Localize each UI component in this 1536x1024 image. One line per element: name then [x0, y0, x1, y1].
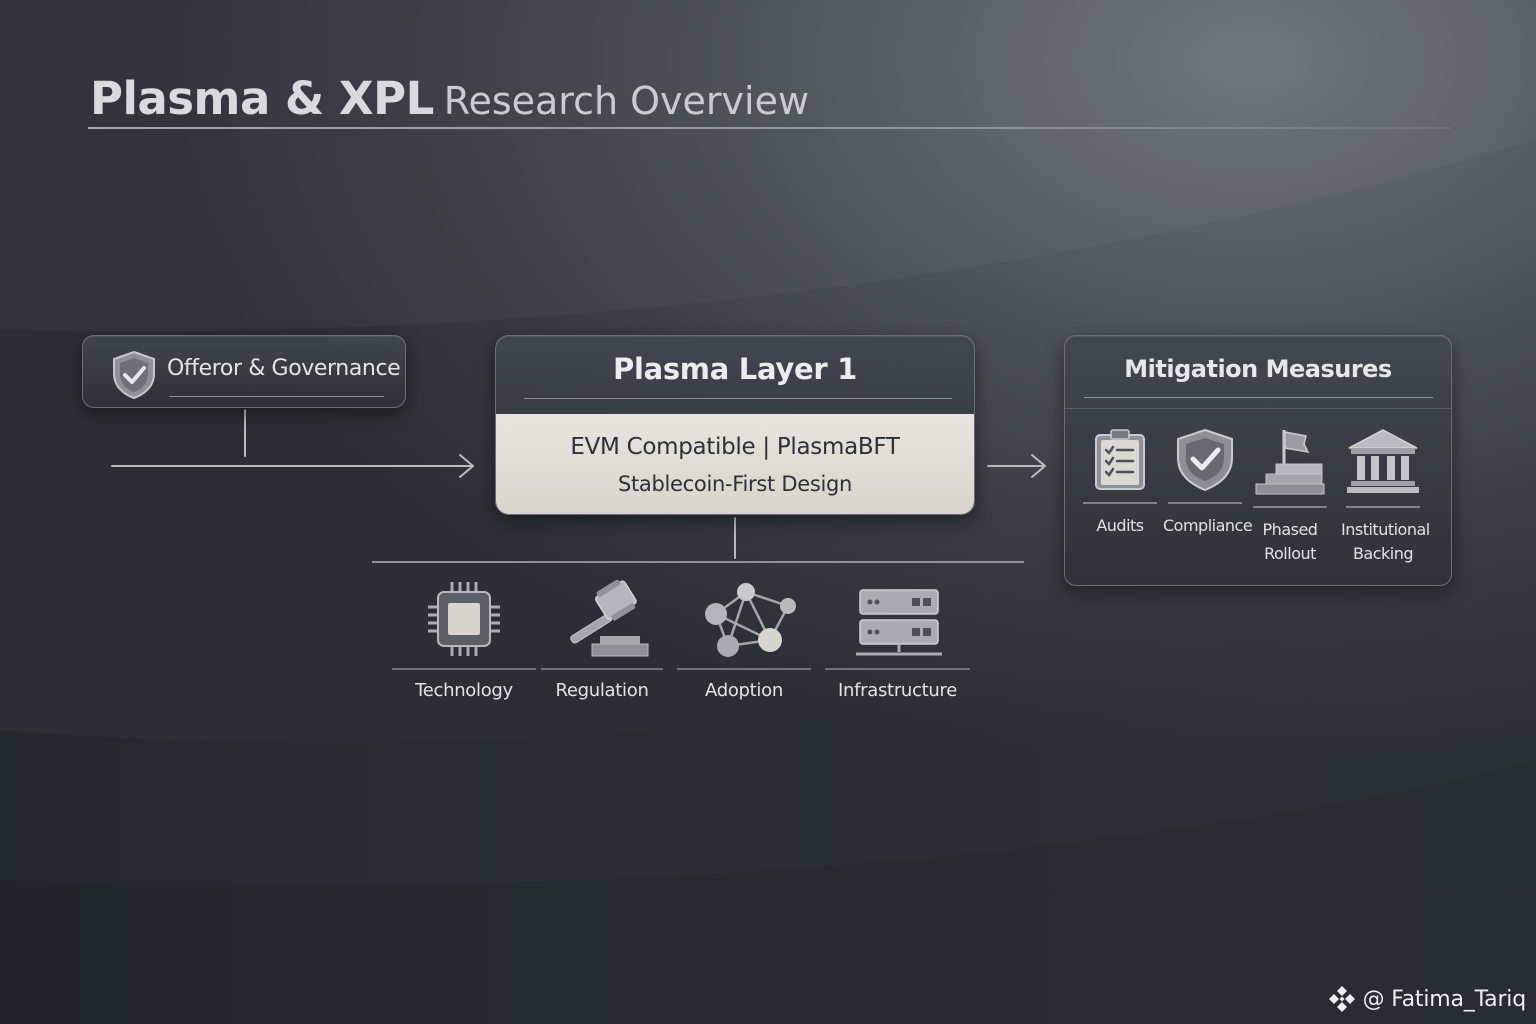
offeror-governance-box: Offeror & Governance: [82, 335, 406, 408]
mitigation-title: Mitigation Measures: [1124, 355, 1392, 383]
watermark-label: @ Fatima_Tariq: [1362, 986, 1527, 1012]
category-label: Infrastructure: [838, 680, 957, 701]
category-label: Regulation: [555, 680, 649, 701]
plasma-layer1-title: Plasma Layer 1: [612, 352, 857, 386]
mitigation-separator: [1065, 408, 1451, 409]
shield-check-icon: [113, 350, 155, 400]
category-regulation: Regulation: [541, 580, 663, 701]
mitigation-item-label: Compliance: [1163, 516, 1253, 535]
author-watermark: @ Fatima_Tariq: [1327, 984, 1526, 1014]
mitigation-item-phased-rollout: Phased Rollout: [1248, 428, 1332, 566]
category-bar: [541, 668, 663, 670]
category-label: Adoption: [705, 680, 783, 701]
mitigation-item-bar: [1168, 502, 1242, 504]
plasma-design-line: Stablecoin-First Design: [617, 472, 853, 496]
category-bar: [677, 668, 811, 670]
mitigation-item-label: Audits: [1096, 516, 1144, 535]
category-bar: [392, 668, 536, 670]
server-icon: [855, 589, 942, 656]
mitigation-underline: [1084, 397, 1433, 398]
category-technology: Technology: [392, 580, 536, 701]
plasma-layer1-box: Plasma Layer 1 EVM Compatible | PlasmaBF…: [495, 335, 975, 515]
offeror-underline: [169, 396, 384, 397]
mitigation-item-label: Institutional Backing: [1341, 520, 1430, 563]
checklist-icon: [1095, 429, 1145, 490]
category-label: Technology: [415, 680, 513, 701]
plasma-features-line: EVM Compatible | PlasmaBFT: [570, 434, 900, 460]
plasma-layer1-body: EVM Compatible | PlasmaBFT Stablecoin-Fi…: [496, 414, 974, 514]
mitigation-item-audits: Audits: [1078, 428, 1162, 538]
mitigation-item-bar: [1083, 502, 1157, 504]
category-adoption: Adoption: [677, 580, 811, 701]
plasma-layer1-header: Plasma Layer 1: [496, 336, 974, 414]
mitigation-item-institutional-backing: Institutional Backing: [1341, 428, 1430, 566]
bank-icon: [1347, 429, 1419, 493]
mitigation-item-bar: [1253, 506, 1327, 508]
mitigation-item-label: Phased Rollout: [1262, 520, 1318, 563]
offeror-label: Offeror & Governance: [167, 356, 401, 381]
flag-stairs-icon: [1255, 430, 1325, 495]
chip-icon: [428, 582, 500, 656]
mitigation-item-compliance: Compliance: [1163, 428, 1253, 538]
mitigation-item-bar: [1346, 506, 1420, 508]
shield-check-icon: [1177, 428, 1233, 492]
network-icon: [705, 583, 796, 657]
category-bar: [825, 668, 970, 670]
plasma-layer1-underline: [524, 398, 952, 399]
gavel-icon: [570, 580, 649, 657]
binance-logo-icon: [1328, 986, 1355, 1012]
category-infrastructure: Infrastructure: [825, 580, 970, 701]
mitigation-measures-box: Mitigation Measures Audits Compliance Ph…: [1064, 335, 1452, 586]
